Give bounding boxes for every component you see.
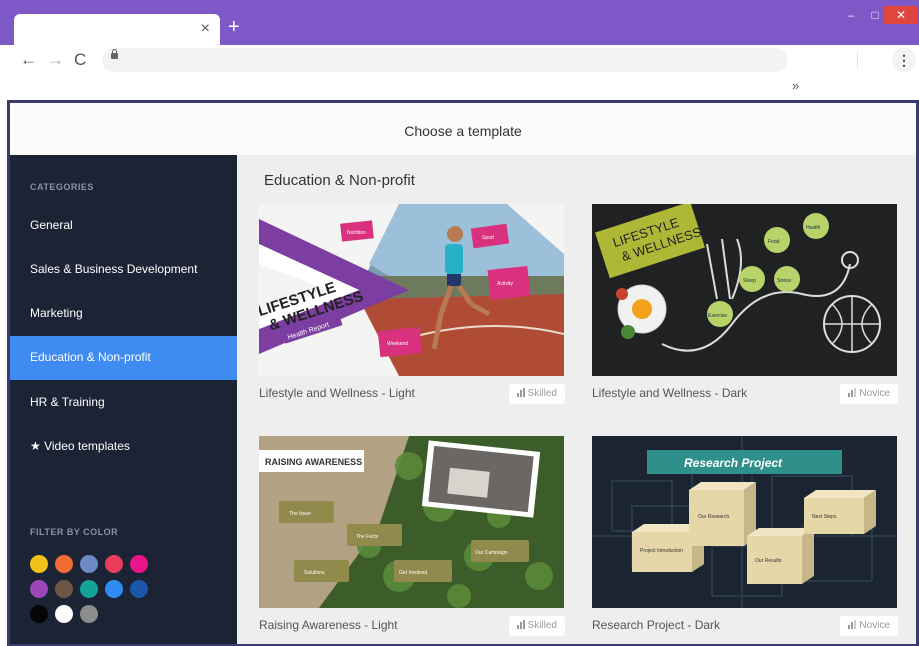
browser-titlebar: × + ‒ □ ✕ [0, 0, 919, 45]
lifestyle-dark-artwork: LIFESTYLE & WELLNESS Health Food Sleep S… [592, 204, 897, 376]
tab-close-icon[interactable]: × [201, 19, 210, 39]
category-marketing[interactable]: Marketing [10, 292, 237, 336]
level-badge: Novice [840, 616, 898, 636]
color-swatch[interactable] [30, 580, 48, 598]
template-dialog-header: Choose a template [10, 103, 916, 156]
color-swatch[interactable] [55, 605, 73, 623]
template-title[interactable]: Lifestyle and Wellness - Light [259, 383, 429, 403]
template-thumbnail-lifestyle-dark[interactable]: LIFESTYLE & WELLNESS Health Food Sleep S… [592, 204, 897, 376]
category-label: General [30, 218, 73, 232]
maximize-icon[interactable]: □ [866, 6, 884, 24]
tag-label: Next Steps [812, 514, 837, 520]
category-hr-training[interactable]: HR & Training [10, 381, 237, 425]
tag-label: Sleep [743, 278, 756, 284]
category-education-non-profit[interactable]: Education & Non-profit [10, 336, 237, 380]
category-label: Marketing [30, 306, 83, 320]
skill-level-icon [848, 388, 857, 397]
color-swatch[interactable] [30, 605, 48, 623]
template-gallery: Education & Non-profit LIFESTYLE & WELLN… [237, 155, 916, 644]
tag-label: Activity [497, 281, 513, 287]
skill-level-icon [516, 620, 525, 629]
minimize-icon[interactable]: ‒ [842, 6, 860, 24]
forward-arrow-icon[interactable]: → [47, 50, 64, 70]
template-thumbnail-research-project[interactable]: Research Project Project Introduction Ou… [592, 436, 897, 608]
color-swatch[interactable] [80, 580, 98, 598]
tag-label: The Facts [356, 534, 379, 540]
dialog-title: Choose a template [404, 123, 522, 139]
address-bar[interactable] [102, 48, 787, 72]
artwork-title: Research Project [684, 456, 783, 470]
category-general[interactable]: General [10, 204, 237, 248]
template-title[interactable]: Research Project - Dark [592, 615, 792, 635]
categories-heading: CATEGORIES [30, 182, 94, 192]
template-title[interactable]: Raising Awareness - Light [259, 615, 459, 635]
new-tab-icon[interactable]: + [228, 16, 240, 38]
tag-label: Project Introduction [640, 548, 683, 554]
tag-label: Food [768, 239, 780, 245]
color-swatch[interactable] [80, 605, 98, 623]
raising-awareness-artwork: RAISING AWARENESS The Issue The Facts So… [259, 436, 564, 608]
template-thumbnail-lifestyle-light[interactable]: LIFESTYLE & WELLNESS Health Report Nutri… [259, 204, 564, 376]
tag-label: Health [806, 225, 821, 231]
tag-label: Weekend [387, 341, 408, 347]
color-swatch[interactable] [105, 580, 123, 598]
tag-label: Exercise [708, 313, 727, 319]
lock-icon [111, 49, 118, 59]
category-video-templates[interactable]: ★ Video templates [10, 425, 237, 469]
research-project-artwork: Research Project Project Introduction Ou… [592, 436, 897, 608]
color-swatch[interactable] [105, 555, 123, 573]
browser-tab[interactable]: × [14, 14, 220, 45]
back-arrow-icon[interactable]: ← [20, 50, 37, 70]
category-sidebar: CATEGORIES General Sales & Business Deve… [10, 155, 237, 644]
category-sales-business-development[interactable]: Sales & Business Development [10, 248, 237, 292]
filter-by-color-heading: FILTER BY COLOR [30, 527, 119, 537]
level-badge: Novice [840, 384, 898, 404]
tag-label: Our Research [698, 514, 729, 520]
category-label: Sales & Business Development [30, 262, 198, 276]
template-thumbnail-raising-awareness[interactable]: RAISING AWARENESS The Issue The Facts So… [259, 436, 564, 608]
category-label: HR & Training [30, 395, 105, 409]
artwork-title: RAISING AWARENESS [265, 457, 362, 467]
skill-level-icon [848, 620, 857, 629]
browser-toolbar: ← → C ⋮ [0, 45, 919, 75]
color-swatch[interactable] [55, 580, 73, 598]
skill-level-icon [516, 388, 525, 397]
lifestyle-light-artwork: LIFESTYLE & WELLNESS Health Report Nutri… [259, 204, 564, 376]
tag-label: Our Campaign [475, 550, 508, 556]
browser-menu-icon[interactable]: ⋮ [892, 48, 916, 72]
tag-label: Get Involved [399, 570, 427, 576]
tag-label: The Issue [289, 511, 311, 517]
level-badge: Skilled [508, 384, 565, 404]
color-swatch[interactable] [80, 555, 98, 573]
section-title: Education & Non-profit [264, 172, 415, 189]
tag-label: Sport [482, 235, 495, 241]
color-swatch[interactable] [30, 555, 48, 573]
reload-icon[interactable]: C [74, 50, 86, 70]
color-swatch[interactable] [55, 555, 73, 573]
color-swatch[interactable] [130, 555, 148, 573]
tag-label: Solutions [304, 570, 325, 576]
template-title[interactable]: Lifestyle and Wellness - Dark [592, 383, 762, 403]
color-swatch[interactable] [130, 580, 148, 598]
level-badge: Skilled [508, 616, 565, 636]
bookmarks-overflow-icon[interactable]: » [792, 78, 799, 93]
tag-label: Our Results [755, 558, 782, 564]
category-label: Education & Non-profit [30, 350, 151, 364]
toolbar-divider [857, 52, 858, 68]
tag-label: Nutrition [347, 230, 366, 236]
tag-label: Stress [777, 278, 792, 284]
window-close-icon[interactable]: ✕ [884, 6, 918, 24]
category-label: ★ Video templates [30, 439, 130, 453]
bookmarks-bar: » [0, 75, 919, 100]
